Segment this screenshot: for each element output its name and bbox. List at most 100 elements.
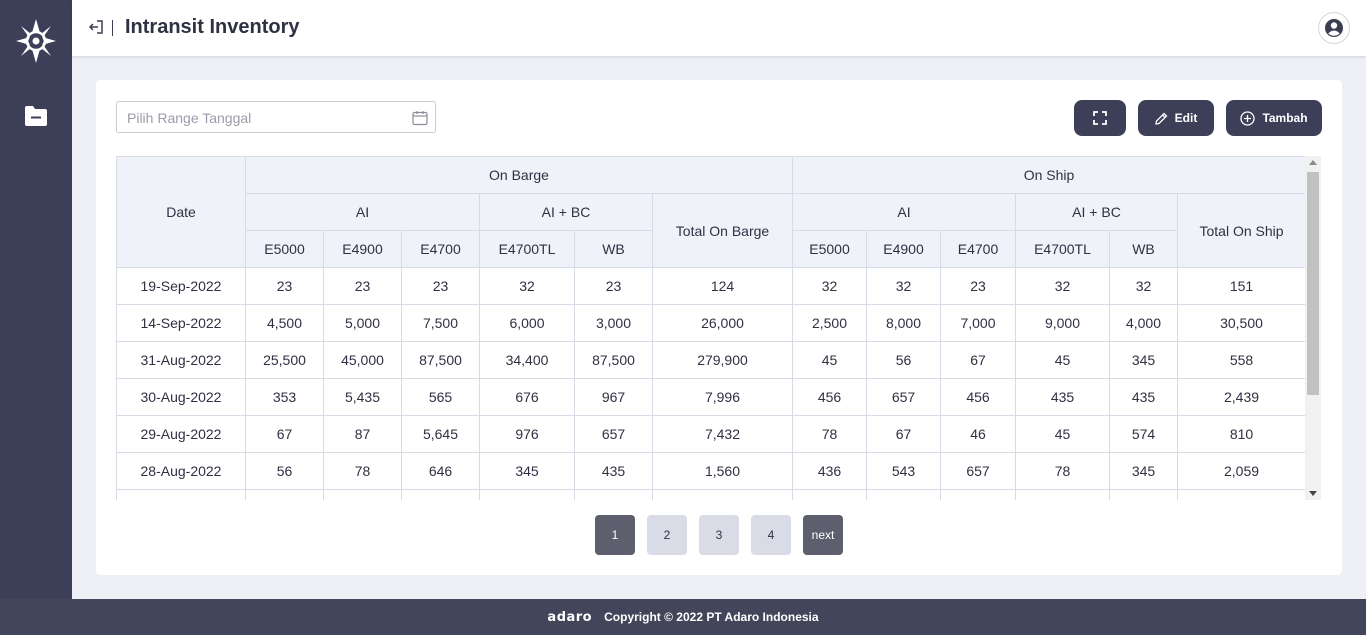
cell-date: 19-Sep-2022: [116, 267, 246, 305]
table-row[interactable]: 31-Aug-2022 25,500 45,000 87,500 34,400 …: [116, 341, 1307, 379]
date-range-field[interactable]: [116, 101, 436, 133]
table-cell: 353: [245, 378, 324, 416]
table-cell: 456: [940, 378, 1016, 416]
table-cell: 657: [866, 378, 941, 416]
table-cell: 4,500: [245, 304, 324, 342]
logout-arrow-icon[interactable]: [88, 19, 104, 35]
table-row[interactable]: 30-Aug-2022 353 5,435 565 676 967 7,996 …: [116, 378, 1307, 416]
header-total-on-ship: Total On Ship: [1176, 193, 1307, 268]
fullscreen-icon: [1093, 111, 1107, 125]
table-cell: 23: [940, 267, 1016, 305]
inventory-table: Date On Barge On Ship AI AI + BC Total O…: [116, 156, 1307, 500]
fullscreen-button[interactable]: [1074, 100, 1126, 136]
table-cell: 435: [1015, 378, 1110, 416]
table-cell: 56: [866, 341, 941, 379]
table-body: 19-Sep-2022 23 23 23 32 23 124 32 32 23 …: [116, 267, 1307, 500]
scroll-up-arrow-icon[interactable]: [1309, 160, 1317, 165]
header-total-on-barge: Total On Barge: [652, 193, 793, 268]
table-cell: 45: [792, 341, 867, 379]
table-row-partial[interactable]: [116, 489, 1307, 500]
table-cell: 78: [323, 452, 402, 490]
table-cell: 23: [245, 267, 324, 305]
table-cell: 976: [479, 415, 575, 453]
header-ship-e4900: E4900: [866, 230, 941, 268]
cell-total-barge: 26,000: [652, 304, 793, 342]
page-title: Intransit Inventory: [125, 16, 300, 38]
table-cell: 435: [1109, 378, 1178, 416]
header-ship-e4700tl: E4700TL: [1015, 230, 1110, 268]
page-button-2[interactable]: 2: [647, 515, 687, 555]
edit-button-label: Edit: [1174, 111, 1198, 125]
cell-date: 14-Sep-2022: [116, 304, 246, 342]
add-button-label: Tambah: [1262, 111, 1308, 125]
cell-total-ship: 2,439: [1176, 378, 1307, 416]
edit-button[interactable]: Edit: [1138, 100, 1214, 136]
scroll-down-arrow-icon[interactable]: [1309, 491, 1317, 496]
table-cell: 8,000: [866, 304, 941, 342]
header-barge-e4700: E4700: [401, 230, 480, 268]
header-barge-wb: WB: [574, 230, 653, 268]
add-button[interactable]: Tambah: [1226, 100, 1322, 136]
compass-star-icon[interactable]: [16, 19, 56, 63]
table-cell: 646: [401, 452, 480, 490]
table-cell: 78: [1015, 452, 1110, 490]
cell-total-ship: 151: [1176, 267, 1307, 305]
table-cell: 32: [1015, 267, 1110, 305]
cell-total-ship: 30,500: [1176, 304, 1307, 342]
header-ship-ai: AI: [792, 193, 1016, 231]
page-button-3[interactable]: 3: [699, 515, 739, 555]
page-button-1[interactable]: 1: [595, 515, 635, 555]
table-cell: 345: [479, 452, 575, 490]
table-cell: 3,000: [574, 304, 653, 342]
table-cell: 5,435: [323, 378, 402, 416]
table-row[interactable]: 29-Aug-2022 67 87 5,645 976 657 7,432 78…: [116, 415, 1307, 453]
footer: adaro Copyright © 2022 PT Adaro Indonesi…: [0, 599, 1366, 635]
table-cell: 435: [574, 452, 653, 490]
scrollbar-thumb[interactable]: [1307, 172, 1319, 395]
header-on-barge: On Barge: [245, 156, 793, 194]
table-cell: 23: [401, 267, 480, 305]
table-cell: 87: [323, 415, 402, 453]
header-ship-ai-bc: AI + BC: [1015, 193, 1178, 231]
top-bar: Intransit Inventory: [72, 0, 1366, 56]
header-barge-e4700tl: E4700TL: [479, 230, 575, 268]
folder-icon[interactable]: [24, 105, 48, 127]
table-cell: 6,000: [479, 304, 575, 342]
cell-total-barge: 279,900: [652, 341, 793, 379]
table-cell: 345: [1109, 341, 1178, 379]
table-cell: 32: [1109, 267, 1178, 305]
table-row[interactable]: 14-Sep-2022 4,500 5,000 7,500 6,000 3,00…: [116, 304, 1307, 342]
next-page-button[interactable]: next: [803, 515, 843, 555]
table-cell: 25,500: [245, 341, 324, 379]
table-cell: 45: [1015, 415, 1110, 453]
page-button-4[interactable]: 4: [751, 515, 791, 555]
table-cell: 45,000: [323, 341, 402, 379]
table-cell: 967: [574, 378, 653, 416]
header-date: Date: [116, 156, 246, 268]
calendar-icon[interactable]: [412, 110, 428, 126]
user-menu-button[interactable]: [1318, 12, 1350, 44]
table-cell: 657: [574, 415, 653, 453]
cell-total-ship: 810: [1176, 415, 1307, 453]
header-barge-ai-bc: AI + BC: [479, 193, 653, 231]
cell-total-barge: 1,560: [652, 452, 793, 490]
table-cell: 436: [792, 452, 867, 490]
table-cell: 23: [574, 267, 653, 305]
cell-total-barge: 7,432: [652, 415, 793, 453]
table-row[interactable]: 19-Sep-2022 23 23 23 32 23 124 32 32 23 …: [116, 267, 1307, 305]
table-cell: 32: [479, 267, 575, 305]
table-cell: 32: [792, 267, 867, 305]
table-cell: 456: [792, 378, 867, 416]
table-cell: 657: [940, 452, 1016, 490]
table-row[interactable]: 28-Aug-2022 56 78 646 345 435 1,560 436 …: [116, 452, 1307, 490]
table-cell: 67: [866, 415, 941, 453]
header-on-ship: On Ship: [791, 156, 1307, 194]
date-range-input[interactable]: [127, 109, 397, 127]
table-cell: 4,000: [1109, 304, 1178, 342]
cell-date: 29-Aug-2022: [116, 415, 246, 453]
table-cell: 5,000: [323, 304, 402, 342]
cell-date: 31-Aug-2022: [116, 341, 246, 379]
table-scrollbar[interactable]: [1305, 156, 1321, 500]
table-cell: 87,500: [401, 341, 480, 379]
inventory-table-container[interactable]: Date On Barge On Ship AI AI + BC Total O…: [116, 156, 1310, 500]
